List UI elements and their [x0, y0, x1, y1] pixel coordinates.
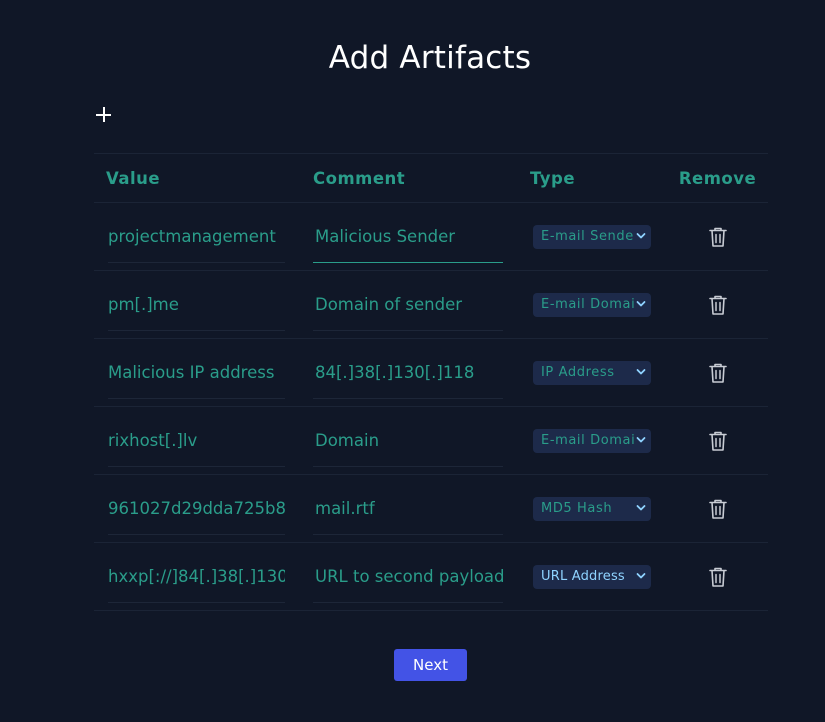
- column-header-comment: Comment: [313, 153, 530, 203]
- type-select-value: IP Address: [541, 364, 615, 380]
- trash-icon[interactable]: [707, 293, 729, 317]
- type-select[interactable]: URL Address: [533, 564, 651, 589]
- table-row: MD5 Hash: [94, 474, 768, 543]
- chevron-down-icon: [635, 229, 647, 242]
- column-header-value: Value: [94, 153, 313, 203]
- value-input[interactable]: [108, 363, 285, 382]
- table-row: URL Address: [94, 542, 768, 611]
- type-select[interactable]: E-mail Domain: [533, 428, 651, 453]
- value-input[interactable]: [108, 567, 285, 586]
- chevron-down-icon: [635, 569, 647, 582]
- type-select[interactable]: E-mail Domain: [533, 292, 651, 317]
- comment-input[interactable]: [313, 499, 503, 518]
- column-header-remove: Remove: [667, 153, 768, 203]
- trash-icon[interactable]: [707, 565, 729, 589]
- type-select-value: MD5 Hash: [541, 500, 613, 516]
- column-header-type: Type: [530, 153, 667, 203]
- trash-icon[interactable]: [707, 225, 729, 249]
- type-select-value: URL Address: [541, 568, 625, 584]
- value-input[interactable]: [108, 431, 285, 450]
- comment-input[interactable]: [313, 363, 503, 382]
- comment-input[interactable]: [313, 567, 503, 586]
- artifacts-table-body: E-mail Sender E-mail Domain IP Address E-ma…: [94, 202, 768, 611]
- trash-icon[interactable]: [707, 497, 729, 521]
- table-row: E-mail Domain: [94, 406, 768, 475]
- table-row: E-mail Sender: [94, 202, 768, 271]
- value-input[interactable]: [108, 295, 285, 314]
- comment-input[interactable]: [313, 431, 503, 450]
- value-input[interactable]: [108, 227, 285, 246]
- chevron-down-icon: [635, 365, 647, 378]
- comment-input[interactable]: [313, 227, 503, 246]
- trash-icon[interactable]: [707, 429, 729, 453]
- artifacts-table: Value Comment Type Remove E-mail SenderE…: [94, 153, 768, 611]
- type-select[interactable]: E-mail Sender: [533, 224, 651, 249]
- chevron-down-icon: [635, 297, 647, 310]
- value-input[interactable]: [108, 499, 285, 518]
- table-row: IP Address: [94, 338, 768, 407]
- chevron-down-icon: [635, 501, 647, 514]
- plus-icon[interactable]: [94, 104, 114, 124]
- type-select[interactable]: MD5 Hash: [533, 496, 651, 521]
- comment-input[interactable]: [313, 295, 503, 314]
- type-select-value: E-mail Domain: [541, 296, 645, 312]
- trash-icon[interactable]: [707, 361, 729, 385]
- type-select-value: E-mail Domain: [541, 432, 645, 448]
- add-artifacts-page: Add Artifacts Value Comment Type Remove …: [0, 0, 825, 722]
- chevron-down-icon: [635, 433, 647, 446]
- page-title: Add Artifacts: [328, 40, 532, 76]
- next-button[interactable]: Next: [394, 649, 467, 681]
- type-select-value: E-mail Sender: [541, 228, 640, 244]
- table-header-row: Value Comment Type Remove: [94, 153, 768, 203]
- table-row: E-mail Domain: [94, 270, 768, 339]
- type-select[interactable]: IP Address: [533, 360, 651, 385]
